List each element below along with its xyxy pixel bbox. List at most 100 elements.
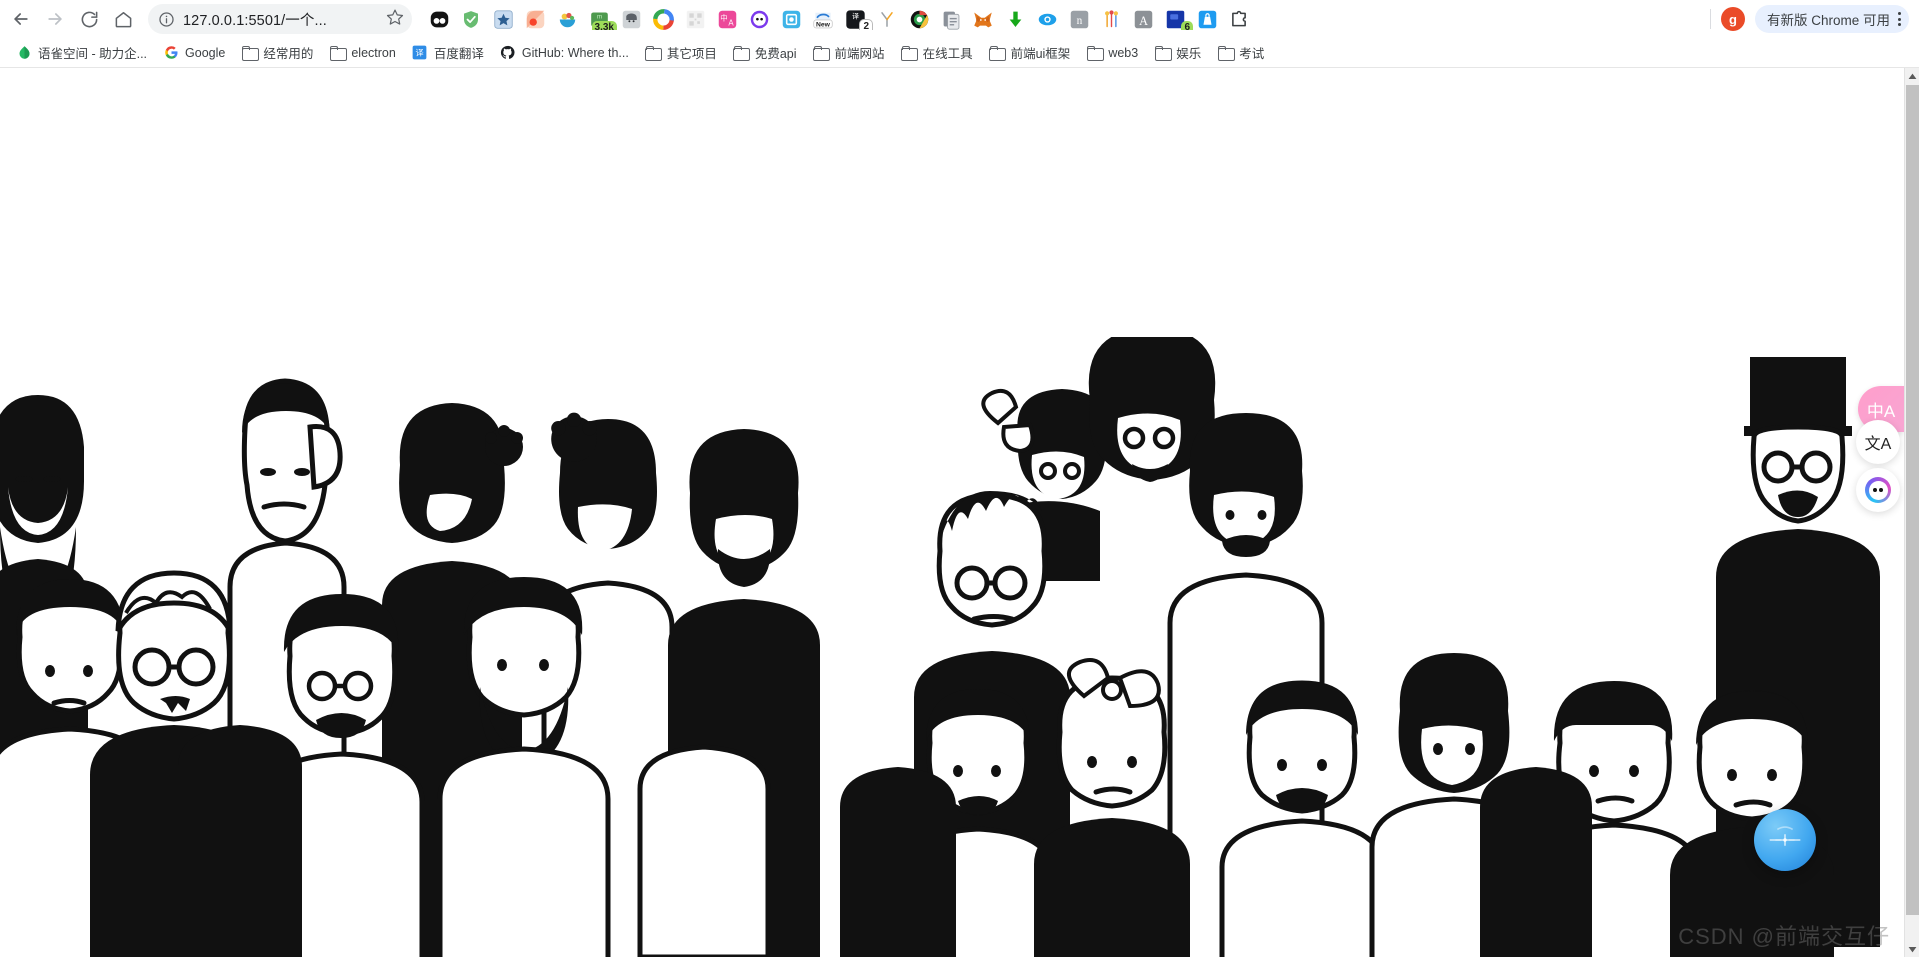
google-ring-icon[interactable] <box>652 8 674 30</box>
bookmark-label: electron <box>351 45 396 60</box>
fireworks-icon[interactable] <box>1100 8 1122 30</box>
chrome-tool-icon[interactable] <box>908 8 930 30</box>
folder-icon <box>813 45 831 61</box>
qr-code-icon[interactable] <box>684 8 706 30</box>
svg-text:中: 中 <box>720 12 727 22</box>
site-info-icon[interactable] <box>158 11 175 28</box>
page-viewport: 中A 文A CSDN @前端交互仔 <box>0 68 1919 957</box>
bookmark-label: 考试 <box>1239 47 1265 61</box>
bookmark-star-icon[interactable] <box>386 8 404 31</box>
translate-secondary-widget[interactable]: 文A <box>1856 420 1900 464</box>
bookmark-item-yuque[interactable]: 语雀空间 - 助力企... <box>8 40 155 65</box>
chrome-menu-icon[interactable] <box>1898 12 1901 26</box>
reload-button[interactable] <box>72 2 106 36</box>
baidu-translate-icon: 译 <box>412 45 428 61</box>
bookmark-label: 其它项目 <box>666 47 717 61</box>
home-button[interactable] <box>106 2 140 36</box>
screenshot-icon[interactable] <box>780 8 802 30</box>
bookmark-label: web3 <box>1108 45 1139 60</box>
svg-text:m: m <box>596 13 601 20</box>
bookmark-folder-exams[interactable]: 考试 <box>1209 40 1272 65</box>
bookmark-label: 免费api <box>754 47 797 61</box>
folder-icon <box>645 45 663 61</box>
metamask-fox-icon[interactable] <box>972 8 994 30</box>
svg-text:译: 译 <box>416 49 424 58</box>
forward-button[interactable] <box>38 2 72 36</box>
chrome-update-label: 有新版 Chrome 可用 <box>1766 13 1890 28</box>
extension-badge: 2 <box>859 19 873 30</box>
bookmark-folder-other-projects[interactable]: 其它项目 <box>637 40 725 65</box>
folder-icon <box>733 45 751 61</box>
money-counter-icon[interactable]: m 3.3k <box>588 8 617 30</box>
folder-icon <box>989 45 1007 61</box>
bookmark-label: 百度翻译 <box>433 47 484 61</box>
fruit-bowl-icon[interactable] <box>556 8 578 30</box>
reload-icon <box>81 11 97 27</box>
new-tab-tool-icon[interactable]: New <box>812 8 834 30</box>
bookmark-label: GitHub: Where th... <box>521 45 629 60</box>
crowd-illustration-svg <box>0 337 1880 957</box>
chrome-update-button[interactable]: 有新版 Chrome 可用 <box>1754 5 1909 33</box>
home-icon <box>115 11 131 27</box>
forward-arrow-icon <box>48 13 62 25</box>
adblock-icon[interactable] <box>428 8 450 30</box>
translate-pink-icon[interactable]: 中A <box>716 8 738 30</box>
bookmark-folder-electron[interactable]: electron <box>321 42 403 64</box>
download-arrow-icon[interactable] <box>1004 8 1026 30</box>
chevron-up-icon <box>1908 73 1917 79</box>
svg-text:A: A <box>728 18 734 27</box>
google-icon <box>163 45 179 61</box>
back-button[interactable] <box>4 2 38 36</box>
scrollbar-thumb[interactable] <box>1906 85 1919 915</box>
adguard-shield-icon[interactable] <box>460 8 482 30</box>
chat-assistant-widget[interactable] <box>1856 468 1900 512</box>
bookmark-label: 语雀空间 - 助力企... <box>38 47 148 61</box>
bookmark-label: Google <box>185 45 226 60</box>
bookmark-folder-web3[interactable]: web3 <box>1078 42 1146 64</box>
pocket-icon[interactable] <box>524 8 546 30</box>
address-bar-url: 127.0.0.1:5501/一个... <box>183 12 327 29</box>
folder-icon <box>1154 45 1172 61</box>
globe-icon <box>1769 826 1801 846</box>
globe-scroll-widget[interactable] <box>1754 809 1816 871</box>
bookmark-folder-frontend-sites[interactable]: 前端网站 <box>805 40 893 65</box>
folder-icon <box>1086 45 1104 61</box>
extension-icon-strip: m 3.3k 中A New 译 2 n A 6 <box>412 8 1710 30</box>
bookmark-folder-online-tools[interactable]: 在线工具 <box>893 40 981 65</box>
scrollbar-up-arrow[interactable] <box>1905 68 1919 84</box>
bookmark-item-baidu-translate[interactable]: 译 百度翻译 <box>404 40 492 65</box>
svg-text:A: A <box>1139 13 1148 27</box>
svg-text:译: 译 <box>852 12 859 20</box>
bookmark-folder-entertainment[interactable]: 娱乐 <box>1146 40 1209 65</box>
eye-blue-icon[interactable] <box>1036 8 1058 30</box>
bookmark-item-google[interactable]: Google <box>155 42 233 64</box>
address-bar[interactable]: 127.0.0.1:5501/一个... <box>148 4 412 34</box>
bag-blue-icon[interactable] <box>1196 8 1218 30</box>
bookmark-label: 在线工具 <box>922 47 973 61</box>
chat-orb-icon <box>1865 477 1891 503</box>
bookmark-folder-free-api[interactable]: 免费api <box>725 40 805 65</box>
translation-count-icon[interactable]: 译 2 <box>844 8 873 30</box>
scrollbar-down-arrow[interactable] <box>1905 941 1919 957</box>
browser-toolbar: 127.0.0.1:5501/一个... m 3.3k 中 A New 译 2 … <box>0 0 1919 38</box>
notion-icon[interactable]: n <box>1068 8 1090 30</box>
font-a-icon[interactable]: A <box>1132 8 1154 30</box>
profile-avatar[interactable]: g <box>1720 7 1745 31</box>
extensions-puzzle-icon[interactable] <box>1228 8 1250 30</box>
bookmark-label: 娱乐 <box>1176 47 1202 61</box>
copy-pages-icon[interactable] <box>940 8 962 30</box>
chevron-down-icon <box>1908 946 1917 952</box>
bookmark-folder-frequently-used[interactable]: 经常用的 <box>233 40 321 65</box>
bookmark-label: 前端网站 <box>834 47 885 61</box>
extension-badge: 3.3k <box>591 21 617 30</box>
page-content: 中A 文A CSDN @前端交互仔 <box>0 68 1904 957</box>
bookmark-item-github[interactable]: GitHub: Where th... <box>492 42 637 64</box>
yandex-y-icon[interactable] <box>876 8 898 30</box>
page-scrollbar[interactable] <box>1904 68 1919 957</box>
purple-face-icon[interactable] <box>748 8 770 30</box>
avatar-grey-icon[interactable] <box>620 8 642 30</box>
bookmark-star-blue-icon[interactable] <box>492 8 514 30</box>
svg-text:n: n <box>1076 14 1082 26</box>
bookmark-folder-frontend-ui[interactable]: 前端ui框架 <box>981 40 1079 65</box>
blue-tool-icon[interactable]: 6 <box>1164 8 1193 30</box>
